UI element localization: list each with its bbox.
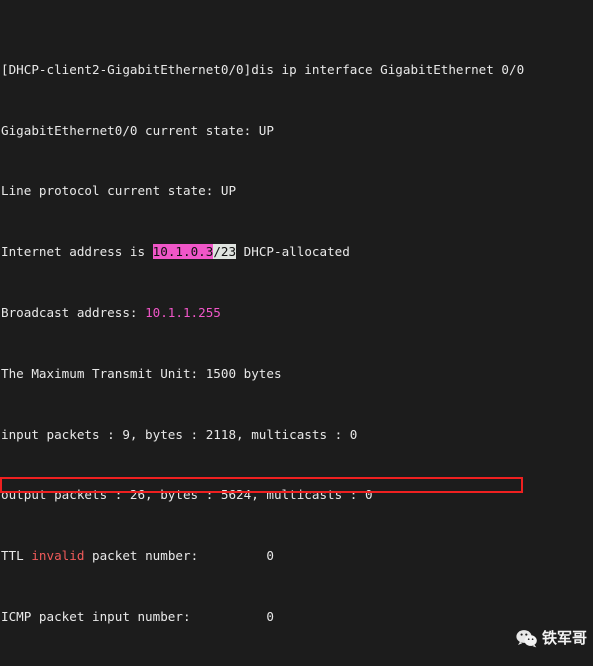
terminal-screen: [DHCP-client2-GigabitEthernet0/0]dis ip … xyxy=(1,1,524,666)
iface-state-line: GigabitEthernet0/0 current state: UP xyxy=(1,123,524,138)
iface-state-label: GigabitEthernet0/0 current state: UP xyxy=(1,122,274,138)
internet-address-ip: 10.1.0.3 xyxy=(152,244,214,260)
broadcast-label: Broadcast address: xyxy=(1,305,146,320)
command-1-text: dis ip interface GigabitEthernet 0/0 xyxy=(251,61,525,77)
ttl-value: 0 xyxy=(266,548,274,564)
input-packets-label: input packets : 9, bytes : 2118, multica… xyxy=(1,426,358,442)
ttl-invalid-line: TTL invalid packet number: 0 xyxy=(1,548,524,563)
internet-address-prefix: Internet address is xyxy=(1,244,153,260)
wechat-icon xyxy=(516,629,538,648)
broadcast-value: 10.1.1.255 xyxy=(145,305,221,320)
output-packets-label: output packets : 26, bytes : 5624, multi… xyxy=(1,487,373,503)
internet-address-line: Internet address is 10.1.0.3/23 DHCP-all… xyxy=(1,244,524,260)
internet-address-suffix: DHCP-allocated xyxy=(236,244,350,260)
input-packets-line: input packets : 9, bytes : 2118, multica… xyxy=(1,427,524,442)
ttl-prefix: TTL xyxy=(1,548,32,564)
icmp-header-line: ICMP packet input number: 0 xyxy=(1,609,524,624)
line-protocol-line: Line protocol current state: UP xyxy=(1,183,524,198)
terminal-window: [DHCP-client2-GigabitEthernet0/0]dis ip … xyxy=(0,0,593,666)
command-line-1: [DHCP-client2-GigabitEthernet0/0]dis ip … xyxy=(1,62,524,77)
mtu-label: The Maximum Transmit Unit: 1500 bytes xyxy=(1,365,282,381)
line-protocol-label: Line protocol current state: UP xyxy=(1,183,237,199)
prompt-1: [DHCP-client2-GigabitEthernet0/0] xyxy=(1,61,252,77)
watermark: 铁军哥 xyxy=(516,629,587,648)
mtu-line: The Maximum Transmit Unit: 1500 bytes xyxy=(1,366,524,381)
icmp-header-value: 0 xyxy=(266,608,274,624)
ttl-suffix: packet number: xyxy=(84,548,199,564)
internet-address-mask: /23 xyxy=(213,244,237,260)
watermark-text: 铁军哥 xyxy=(541,628,587,647)
ttl-invalid-word: invalid xyxy=(31,548,85,564)
broadcast-address-line: Broadcast address: 10.1.1.255 xyxy=(1,305,524,320)
output-packets-line: output packets : 26, bytes : 5624, multi… xyxy=(1,487,524,502)
icmp-header-pad xyxy=(191,609,267,624)
icmp-header-label: ICMP packet input number: xyxy=(1,608,191,624)
ttl-pad xyxy=(198,548,266,563)
